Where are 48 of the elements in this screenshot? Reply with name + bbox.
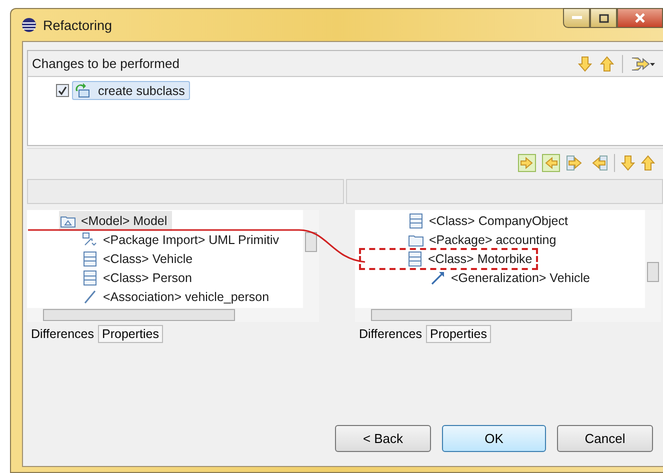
checkbox[interactable] xyxy=(56,84,69,97)
tree-item[interactable]: <Generalization> Vehicle xyxy=(429,268,595,288)
horizontal-scrollbar[interactable] xyxy=(27,308,319,322)
minimize-icon xyxy=(572,16,582,20)
up-arrow-icon[interactable] xyxy=(600,56,614,72)
dialog-button[interactable]: OK xyxy=(442,425,546,452)
window-title: Refactoring xyxy=(43,18,112,32)
tab[interactable]: Differences xyxy=(355,325,426,343)
copy-right-icon[interactable] xyxy=(566,154,584,172)
tab[interactable]: Properties xyxy=(98,325,163,343)
tree-item[interactable]: <Class> Vehicle xyxy=(81,248,198,268)
arrow-icon xyxy=(430,270,446,286)
tree-item[interactable]: <Class> CompanyObject xyxy=(407,210,573,230)
package-import-icon xyxy=(82,232,98,248)
tree-item[interactable]: <Class> Motorbike xyxy=(359,248,538,270)
vertical-scrollbar[interactable] xyxy=(645,210,661,308)
down-arrow-icon[interactable] xyxy=(621,155,635,171)
minimize-button[interactable] xyxy=(563,8,590,28)
association-icon xyxy=(82,288,98,304)
tree-item[interactable]: <Association> vehicle_person xyxy=(81,286,274,306)
filter-icon[interactable] xyxy=(631,56,655,72)
class-icon xyxy=(408,212,424,228)
tab[interactable]: Differences xyxy=(27,325,98,343)
globe-icon xyxy=(21,17,37,33)
class-icon xyxy=(407,250,423,266)
change-item[interactable]: create subclass xyxy=(72,81,190,100)
class-icon xyxy=(82,250,98,266)
horizontal-scrollbar[interactable] xyxy=(355,308,661,322)
tree-item[interactable]: <Package Import> UML Primitiv xyxy=(81,230,284,250)
class-icon xyxy=(82,270,98,286)
dialog-button[interactable]: Cancel xyxy=(557,425,653,452)
refresh-class-icon xyxy=(74,83,90,98)
tree-item[interactable]: <Class> Person xyxy=(81,268,197,288)
dialog-button[interactable]: < Back xyxy=(335,425,431,452)
close-button[interactable] xyxy=(617,8,663,28)
up-arrow-icon[interactable] xyxy=(641,155,655,171)
close-icon xyxy=(634,13,646,23)
tab[interactable]: Properties xyxy=(426,325,491,343)
merge-left-icon[interactable] xyxy=(542,154,560,172)
panel-title: Changes to be performed xyxy=(32,56,180,71)
copy-left-icon[interactable] xyxy=(590,154,608,172)
tree-item[interactable]: <Package> accounting xyxy=(407,230,562,250)
down-arrow-icon[interactable] xyxy=(578,56,592,72)
maximize-button[interactable] xyxy=(590,8,617,28)
vertical-scrollbar[interactable] xyxy=(303,210,319,308)
merge-right-icon[interactable] xyxy=(518,154,536,172)
tree-item[interactable]: <Model> Model xyxy=(59,210,172,230)
maximize-icon xyxy=(598,14,608,22)
